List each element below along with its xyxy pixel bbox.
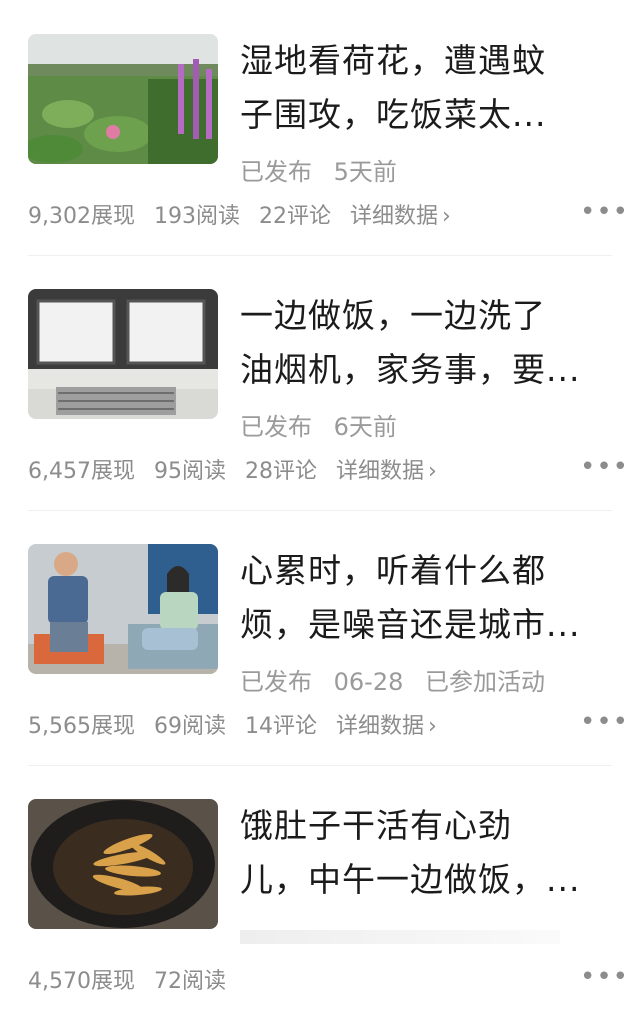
article-stats: 6,457展现 95阅读 28评论 详细数据 › — [28, 453, 461, 485]
detail-data-label: 详细数据 — [335, 459, 424, 484]
more-options-icon[interactable]: ••• — [580, 964, 628, 990]
detail-data-label: 详细数据 — [335, 714, 424, 739]
more-options-icon[interactable]: ••• — [580, 199, 628, 225]
comments-count: 22评论 — [258, 204, 331, 229]
views-count: 9,302展现 — [28, 204, 135, 229]
publish-status: 已发布 — [240, 158, 312, 186]
detail-data-label: 详细数据 — [349, 204, 438, 229]
publish-status: 已发布 — [240, 413, 312, 441]
loading-placeholder — [240, 930, 560, 944]
article-thumbnail[interactable] — [28, 799, 218, 929]
article-stats: 9,302展现 193阅读 22评论 详细数据 › — [28, 198, 475, 230]
divider — [28, 510, 612, 511]
reads-count: 193阅读 — [153, 204, 240, 229]
article-title[interactable]: 心累时，听着什么都 烦，是噪音还是城市... — [240, 544, 610, 652]
detail-data-link[interactable]: 详细数据 › — [336, 459, 449, 484]
chevron-right-icon: › — [442, 204, 451, 229]
reads-count: 72阅读 — [153, 969, 226, 994]
two-people-talking-image — [28, 544, 218, 674]
article-thumbnail[interactable] — [28, 34, 218, 164]
range-hood-image — [28, 289, 218, 419]
article-title[interactable]: 一边做饭，一边洗了 油烟机，家务事，要... — [240, 289, 610, 397]
reads-count: 95阅读 — [153, 459, 226, 484]
article-item[interactable]: 一边做饭，一边洗了 油烟机，家务事，要... 已发布 6天前 6,457展现 9… — [0, 255, 640, 510]
reads-count: 69阅读 — [153, 714, 226, 739]
detail-data-link[interactable]: 详细数据 › — [336, 714, 449, 739]
article-title-line1: 一边做饭，一边洗了 — [240, 296, 546, 335]
article-stats: 5,565展现 69阅读 14评论 详细数据 › — [28, 708, 461, 740]
publish-status: 已发布 — [240, 668, 312, 696]
more-options-icon[interactable]: ••• — [580, 454, 628, 480]
detail-data-link[interactable]: 详细数据 › — [350, 204, 463, 229]
article-list: 湿地看荷花，遭遇蚊 子围攻，吃饭菜太... 已发布 5天前 9,302展现 19… — [0, 0, 640, 1010]
publish-time: 5天前 — [333, 158, 397, 186]
article-meta: 已发布 5天前 — [240, 152, 411, 187]
article-title-line1: 湿地看荷花，遭遇蚊 — [240, 41, 546, 80]
article-item[interactable]: 饿肚子干活有心劲 儿，中午一边做饭，... 4,570展现 72阅读 ••• — [0, 765, 640, 1020]
article-title[interactable]: 饿肚子干活有心劲 儿，中午一边做饭，... — [240, 799, 610, 907]
publish-time: 6天前 — [333, 413, 397, 441]
article-title-line2: 油烟机，家务事，要... — [240, 350, 581, 389]
article-stats: 4,570展现 72阅读 — [28, 963, 238, 995]
comments-count: 28评论 — [244, 459, 317, 484]
divider — [28, 765, 612, 766]
views-count: 5,565展现 — [28, 714, 135, 739]
chevron-right-icon: › — [428, 714, 437, 739]
lotus-pond-image — [28, 34, 218, 164]
article-item[interactable]: 心累时，听着什么都 烦，是噪音还是城市... 已发布 06-28 已参加活动 5… — [0, 510, 640, 765]
views-count: 4,570展现 — [28, 969, 135, 994]
activity-status: 已参加活动 — [425, 668, 546, 696]
divider — [28, 255, 612, 256]
more-options-icon[interactable]: ••• — [580, 709, 628, 735]
publish-time: 06-28 — [333, 668, 404, 696]
article-title-line2: 烦，是噪音还是城市... — [240, 605, 581, 644]
article-meta: 已发布 06-28 已参加活动 — [240, 662, 559, 697]
article-thumbnail[interactable] — [28, 544, 218, 674]
article-title-line2: 儿，中午一边做饭，... — [240, 860, 581, 899]
comments-count: 14评论 — [244, 714, 317, 739]
article-title-line2: 子围攻，吃饭菜太... — [240, 95, 547, 134]
article-thumbnail[interactable] — [28, 289, 218, 419]
fried-fish-wok-image — [28, 799, 218, 929]
article-title-line1: 饿肚子干活有心劲 — [240, 806, 512, 845]
article-title-line1: 心累时，听着什么都 — [240, 551, 546, 590]
views-count: 6,457展现 — [28, 459, 135, 484]
chevron-right-icon: › — [428, 459, 437, 484]
article-meta: 已发布 6天前 — [240, 407, 411, 442]
article-item[interactable]: 湿地看荷花，遭遇蚊 子围攻，吃饭菜太... 已发布 5天前 9,302展现 19… — [0, 0, 640, 255]
article-title[interactable]: 湿地看荷花，遭遇蚊 子围攻，吃饭菜太... — [240, 34, 610, 142]
